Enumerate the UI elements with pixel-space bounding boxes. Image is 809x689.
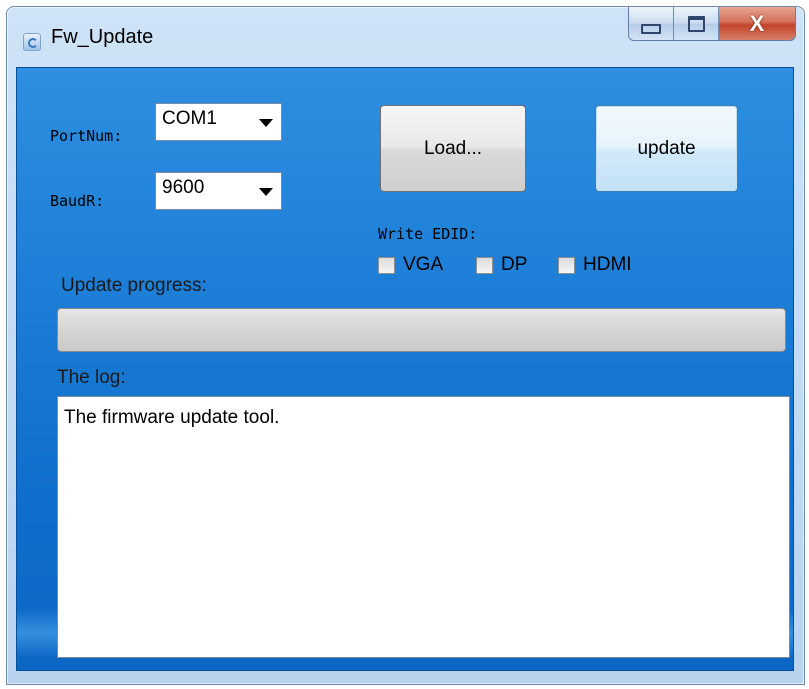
port-select-value: COM1 [162,108,217,129]
hdmi-checkbox[interactable]: HDMI [558,254,632,276]
dp-label: DP [501,254,528,275]
edid-label: Write EDID: [378,225,478,243]
load-button[interactable]: Load... [380,105,526,192]
update-button[interactable]: update [595,105,738,192]
client-area: PortNum: COM1 BaudR: 9600 Load... update… [16,67,794,671]
app-window: Fw_Update X PortNum: COM1 BaudR: 9600 Lo… [6,6,805,685]
app-icon [23,33,41,51]
baud-label: BaudR: [50,192,105,210]
port-label: PortNum: [50,127,123,145]
maximize-button[interactable] [674,7,719,40]
chevron-down-icon [259,119,273,127]
minimize-button[interactable] [629,7,674,40]
port-select[interactable]: COM1 [155,103,282,141]
vga-checkbox-box[interactable] [378,256,395,274]
window-title: Fw_Update [51,26,154,48]
log-text: The firmware update tool. [64,407,280,428]
hdmi-label: HDMI [583,254,632,275]
baud-select[interactable]: 9600 [155,172,282,210]
chevron-down-icon [259,188,273,196]
log-label: The log: [57,367,126,388]
baud-select-value: 9600 [162,177,205,198]
title-bar[interactable]: Fw_Update X [7,7,804,65]
close-icon: X [749,10,765,36]
hdmi-checkbox-box[interactable] [558,256,575,274]
close-button[interactable]: X [719,7,795,40]
dp-checkbox-box[interactable] [476,256,493,274]
vga-checkbox[interactable]: VGA [378,254,443,276]
maximize-icon [687,15,705,32]
caption-buttons: X [628,7,796,41]
vga-label: VGA [403,254,444,275]
minimize-icon [641,23,661,34]
progress-label: Update progress: [61,275,207,296]
dp-checkbox[interactable]: DP [476,254,527,276]
update-progress-bar [57,308,786,352]
log-textbox[interactable]: The firmware update tool. [57,396,790,658]
